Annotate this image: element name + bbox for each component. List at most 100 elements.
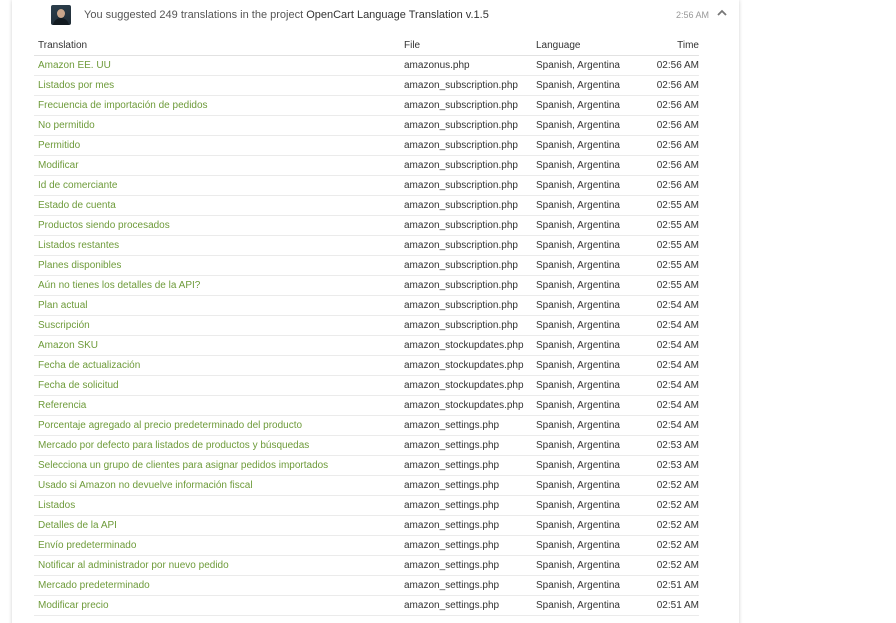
time-cell: 02:55 AM <box>656 240 699 251</box>
translation-link[interactable]: Id de comerciante <box>38 176 118 195</box>
table-row: Frecuencia de importación de pedidos ama… <box>34 96 699 116</box>
time-cell: 02:56 AM <box>656 180 699 191</box>
time-cell: 02:55 AM <box>656 220 699 231</box>
table-header: Translation File Language Time <box>34 36 699 56</box>
translation-link[interactable]: Suscripción <box>38 316 90 335</box>
time-cell: 02:52 AM <box>656 480 699 491</box>
translation-link[interactable]: Listados por mes <box>38 76 114 95</box>
language-cell: Spanish, Argentina <box>536 80 620 91</box>
translation-link[interactable]: Fecha de actualización <box>38 356 140 375</box>
translation-link[interactable]: Selecciona un grupo de clientes para asi… <box>38 456 328 475</box>
translation-link[interactable]: Aún no tienes los detalles de la API? <box>38 276 200 295</box>
file-cell: amazon_stockupdates.php <box>404 340 524 351</box>
language-cell: Spanish, Argentina <box>536 320 620 331</box>
language-cell: Spanish, Argentina <box>536 120 620 131</box>
table-row: Detalles de la API amazon_settings.php S… <box>34 516 699 536</box>
table-row: Porcentaje agregado al precio predetermi… <box>34 416 699 436</box>
language-cell: Spanish, Argentina <box>536 60 620 71</box>
translation-link[interactable]: Permitido <box>38 136 80 155</box>
table-row: Productos siendo procesados amazon_subsc… <box>34 216 699 236</box>
table-row: Selecciona un grupo de clientes para asi… <box>34 456 699 476</box>
table-row: Modificar precio amazon_settings.php Spa… <box>34 596 699 616</box>
table-row: Referencia amazon_stockupdates.php Spani… <box>34 396 699 416</box>
activity-time: 2:56 AM <box>676 10 710 20</box>
table-row: Amazon SKU amazon_stockupdates.php Spani… <box>34 336 699 356</box>
translation-link[interactable]: Mercado por defecto para listados de pro… <box>38 436 309 455</box>
project-name-link[interactable]: OpenCart Language Translation v.1.5 <box>306 9 489 21</box>
translation-link[interactable]: Planes disponibles <box>38 256 121 275</box>
language-cell: Spanish, Argentina <box>536 400 620 411</box>
translation-link[interactable]: Referencia <box>38 396 86 415</box>
translation-link[interactable]: No permitido <box>38 116 95 135</box>
table-row: Planes disponibles amazon_subscription.p… <box>34 256 699 276</box>
file-cell: amazon_subscription.php <box>404 200 518 211</box>
translation-link[interactable]: Usado si Amazon no devuelve información … <box>38 476 253 495</box>
translation-link[interactable]: Detalles de la API <box>38 516 117 535</box>
language-cell: Spanish, Argentina <box>536 580 620 591</box>
file-cell: amazon_stockupdates.php <box>404 380 524 391</box>
language-cell: Spanish, Argentina <box>536 280 620 291</box>
language-cell: Spanish, Argentina <box>536 300 620 311</box>
translation-link[interactable]: Plan actual <box>38 296 87 315</box>
time-cell: 02:51 AM <box>656 600 699 611</box>
translation-link[interactable]: Productos siendo procesados <box>38 216 170 235</box>
language-cell: Spanish, Argentina <box>536 260 620 271</box>
file-cell: amazon_subscription.php <box>404 120 518 131</box>
translation-link[interactable]: Porcentaje agregado al precio predetermi… <box>38 416 302 435</box>
language-cell: Spanish, Argentina <box>536 180 620 191</box>
file-cell: amazon_stockupdates.php <box>404 400 524 411</box>
time-cell: 02:54 AM <box>656 300 699 311</box>
table-row: Mercado predeterminado amazon_settings.p… <box>34 576 699 596</box>
translation-link[interactable]: Notificar al administrador por nuevo ped… <box>38 556 229 575</box>
activity-headline: You suggested 249 translations in the pr… <box>84 8 489 22</box>
translation-link[interactable]: Amazon EE. UU <box>38 56 111 75</box>
table-row: Fecha de actualización amazon_stockupdat… <box>34 356 699 376</box>
column-header-file: File <box>404 40 421 51</box>
time-cell: 02:54 AM <box>656 400 699 411</box>
time-cell: 02:54 AM <box>656 360 699 371</box>
table-row: Mercado por defecto para listados de pro… <box>34 436 699 456</box>
translation-link[interactable]: Fecha de solicitud <box>38 376 119 395</box>
translation-link[interactable]: Frecuencia de importación de pedidos <box>38 96 208 115</box>
file-cell: amazon_subscription.php <box>404 160 518 171</box>
translation-link[interactable]: Listados <box>38 496 75 515</box>
translation-link[interactable]: Modificar <box>38 156 79 175</box>
table-row: Listados restantes amazon_subscription.p… <box>34 236 699 256</box>
page: A あ You suggested 249 translations in th… <box>0 0 896 623</box>
file-cell: amazon_subscription.php <box>404 220 518 231</box>
file-cell: amazon_subscription.php <box>404 260 518 271</box>
file-cell: amazon_subscription.php <box>404 240 518 251</box>
translation-link[interactable]: Mercado predeterminado <box>38 576 150 595</box>
language-cell: Spanish, Argentina <box>536 200 620 211</box>
file-cell: amazon_stockupdates.php <box>404 360 524 371</box>
file-cell: amazon_subscription.php <box>404 300 518 311</box>
translation-link[interactable]: Estado de cuenta <box>38 196 116 215</box>
time-cell: 02:55 AM <box>656 260 699 271</box>
time-cell: 02:52 AM <box>656 540 699 551</box>
translation-link[interactable]: Modificar precio <box>38 596 109 615</box>
time-cell: 02:54 AM <box>656 380 699 391</box>
language-cell: Spanish, Argentina <box>536 500 620 511</box>
user-avatar[interactable] <box>51 5 71 25</box>
language-cell: Spanish, Argentina <box>536 520 620 531</box>
table-row: Listados por mes amazon_subscription.php… <box>34 76 699 96</box>
file-cell: amazonus.php <box>404 60 470 71</box>
time-cell: 02:53 AM <box>656 460 699 471</box>
column-header-translation: Translation <box>38 40 88 51</box>
time-cell: 02:54 AM <box>656 320 699 331</box>
translation-link[interactable]: Amazon SKU <box>38 336 98 355</box>
chevron-up-icon[interactable] <box>716 6 728 18</box>
file-cell: amazon_settings.php <box>404 520 500 531</box>
translation-link[interactable]: Listados restantes <box>38 236 119 255</box>
language-cell: Spanish, Argentina <box>536 440 620 451</box>
column-header-time: Time <box>677 40 699 51</box>
table-row: Listados amazon_settings.php Spanish, Ar… <box>34 496 699 516</box>
table-row: Envío predeterminado amazon_settings.php… <box>34 536 699 556</box>
file-cell: amazon_settings.php <box>404 560 500 571</box>
time-cell: 02:55 AM <box>656 280 699 291</box>
time-cell: 02:56 AM <box>656 80 699 91</box>
time-cell: 02:54 AM <box>656 340 699 351</box>
file-cell: amazon_subscription.php <box>404 180 518 191</box>
translation-link[interactable]: Envío predeterminado <box>38 536 136 555</box>
language-cell: Spanish, Argentina <box>536 480 620 491</box>
